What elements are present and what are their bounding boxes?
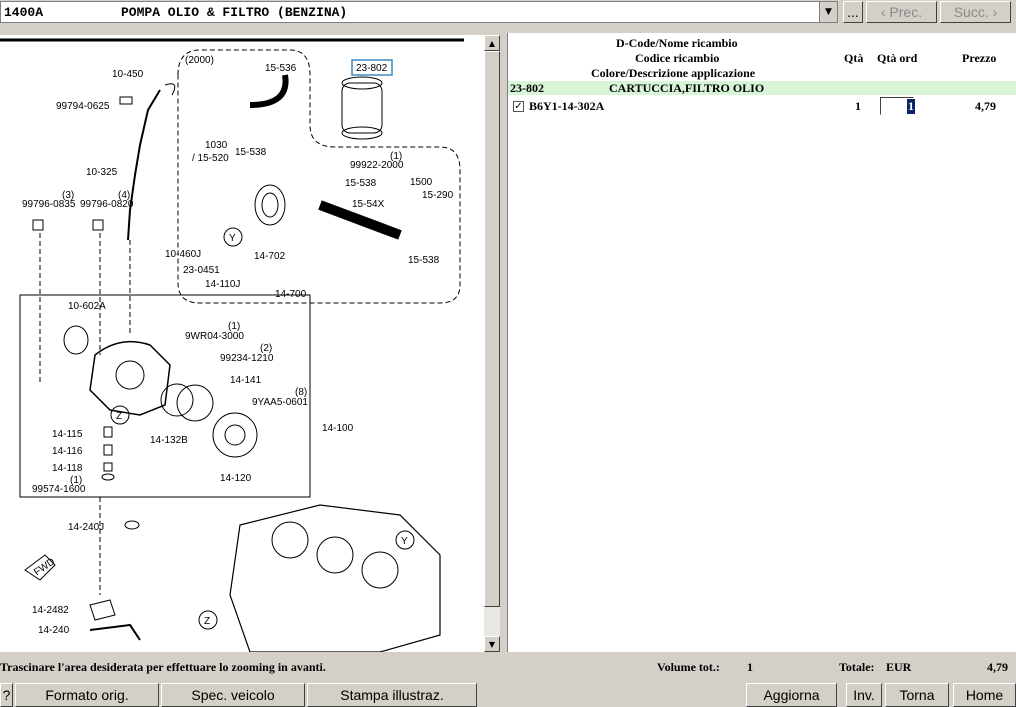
- svg-text:14-240J: 14-240J: [68, 522, 104, 533]
- scroll-down-icon[interactable]: ▼: [484, 636, 500, 652]
- chevron-down-icon[interactable]: ▼: [819, 2, 837, 22]
- header-part-code: Codice ricambio: [635, 51, 720, 65]
- volume-label: Volume tot.:: [657, 660, 720, 674]
- section-title: POMPA OLIO & FILTRO (BENZINA): [121, 5, 348, 20]
- svg-text:10-460J: 10-460J: [165, 249, 201, 260]
- group-name: CARTUCCIA,FILTRO OLIO: [609, 81, 765, 95]
- svg-text:(2000): (2000): [185, 55, 214, 66]
- parts-diagram[interactable]: (2000) 10-450 99794-0625 10-325 99796-08…: [0, 35, 484, 652]
- svg-text:99234-1210: 99234-1210: [220, 353, 274, 364]
- diagram-scrollbar[interactable]: ▲ ▼: [484, 35, 500, 652]
- svg-text:14-702: 14-702: [254, 251, 286, 262]
- svg-text:(8): (8): [295, 387, 307, 398]
- total-label: Totale:: [839, 660, 875, 674]
- svg-text:(1): (1): [70, 475, 82, 486]
- print-illustration-button[interactable]: Stampa illustraz.: [307, 683, 477, 707]
- scroll-up-icon[interactable]: ▲: [484, 35, 500, 51]
- svg-text:10-602A: 10-602A: [68, 301, 106, 312]
- svg-text:(3): (3): [62, 190, 74, 201]
- svg-text:14-240: 14-240: [38, 625, 70, 636]
- browse-button[interactable]: ...: [843, 1, 863, 23]
- svg-text:14-116: 14-116: [52, 446, 83, 457]
- svg-text:9YAA5-0601: 9YAA5-0601: [252, 397, 308, 408]
- svg-text:15-538: 15-538: [408, 255, 440, 266]
- svg-text:14-100: 14-100: [322, 423, 354, 434]
- svg-text:14-118: 14-118: [52, 463, 83, 474]
- svg-text:14-115: 14-115: [52, 429, 83, 440]
- svg-text:Y: Y: [401, 536, 408, 547]
- group-code: 23-802: [510, 81, 544, 95]
- header-color: Colore/Descrizione applicazione: [591, 66, 756, 80]
- svg-text:1500: 1500: [410, 177, 433, 188]
- section-code: 1400A: [4, 5, 44, 20]
- svg-text:15-54X: 15-54X: [352, 199, 385, 210]
- svg-text:10-325: 10-325: [86, 167, 118, 178]
- svg-text:/ 15-520: / 15-520: [192, 153, 229, 164]
- svg-text:Z: Z: [204, 616, 210, 627]
- parts-table-header: D-Code/Nome ricambio Codice ricambio Col…: [508, 33, 1016, 81]
- svg-text:(4): (4): [118, 190, 130, 201]
- svg-text:10-450: 10-450: [112, 69, 144, 80]
- header-qty-ord: Qtà ord: [877, 51, 918, 65]
- prev-button[interactable]: ‹ Prec.: [866, 1, 937, 23]
- section-select[interactable]: 1400A POMPA OLIO & FILTRO (BENZINA) ▼: [0, 1, 838, 23]
- table-row[interactable]: ✓ B6Y1-14-302A 1 1 4,79: [508, 97, 1016, 115]
- total-value: 4,79: [987, 660, 1008, 674]
- svg-text:14-110J: 14-110J: [205, 279, 240, 290]
- svg-text:14-141: 14-141: [230, 375, 262, 386]
- svg-text:15-536: 15-536: [265, 63, 297, 74]
- send-button[interactable]: Inv.: [846, 683, 882, 707]
- svg-text:15-290: 15-290: [422, 190, 454, 201]
- row-price: 4,79: [975, 99, 996, 113]
- diagram-panel[interactable]: (2000) 10-450 99794-0625 10-325 99796-08…: [0, 35, 484, 652]
- qty-ord-value: 1: [907, 99, 915, 114]
- original-format-button[interactable]: Formato orig.: [15, 683, 159, 707]
- svg-text:14-120: 14-120: [220, 473, 252, 484]
- home-button[interactable]: Home: [953, 683, 1016, 707]
- header-qty: Qtà: [844, 51, 864, 65]
- svg-text:(1): (1): [390, 151, 402, 162]
- currency: EUR: [886, 660, 912, 674]
- next-button[interactable]: Succ. ›: [940, 1, 1011, 23]
- header-price: Prezzo: [962, 51, 997, 65]
- parts-panel: D-Code/Nome ricambio Codice ricambio Col…: [507, 33, 1016, 652]
- svg-text:1030: 1030: [205, 140, 228, 151]
- status-bar: Trascinare l'area desiderata per effettu…: [0, 656, 1016, 678]
- svg-text:14-132B: 14-132B: [150, 435, 188, 446]
- svg-text:15-538: 15-538: [235, 147, 267, 158]
- svg-text:14-700: 14-700: [275, 289, 307, 300]
- svg-text:99794-0625: 99794-0625: [56, 101, 110, 112]
- svg-text:14-2482: 14-2482: [32, 605, 69, 616]
- top-bar: 1400A POMPA OLIO & FILTRO (BENZINA) ▼ ..…: [0, 0, 1016, 28]
- volume-value: 1: [747, 660, 753, 674]
- update-button[interactable]: Aggiorna: [746, 683, 837, 707]
- help-button[interactable]: ?: [0, 683, 13, 707]
- vehicle-spec-button[interactable]: Spec. veicolo: [161, 683, 305, 707]
- svg-text:23-0451: 23-0451: [183, 265, 220, 276]
- qty-ord-input[interactable]: 1: [880, 97, 915, 115]
- back-button[interactable]: Torna: [885, 683, 949, 707]
- status-hint: Trascinare l'area desiderata per effettu…: [0, 660, 326, 674]
- svg-text:Y: Y: [229, 233, 236, 244]
- row-qty: 1: [855, 99, 861, 113]
- svg-text:23-802: 23-802: [356, 63, 388, 74]
- group-row[interactable]: 23-802 CARTUCCIA,FILTRO OLIO: [508, 81, 1016, 95]
- svg-text:(2): (2): [260, 343, 272, 354]
- row-checkbox[interactable]: ✓: [513, 101, 524, 112]
- svg-text:Z: Z: [116, 411, 122, 422]
- svg-text:(1): (1): [228, 321, 240, 332]
- svg-text:15-538: 15-538: [345, 178, 377, 189]
- scroll-thumb[interactable]: [484, 51, 500, 607]
- header-dcode: D-Code/Nome ricambio: [616, 36, 738, 50]
- part-number: B6Y1-14-302A: [529, 99, 605, 113]
- svg-text:9WR04-3000: 9WR04-3000: [185, 331, 244, 342]
